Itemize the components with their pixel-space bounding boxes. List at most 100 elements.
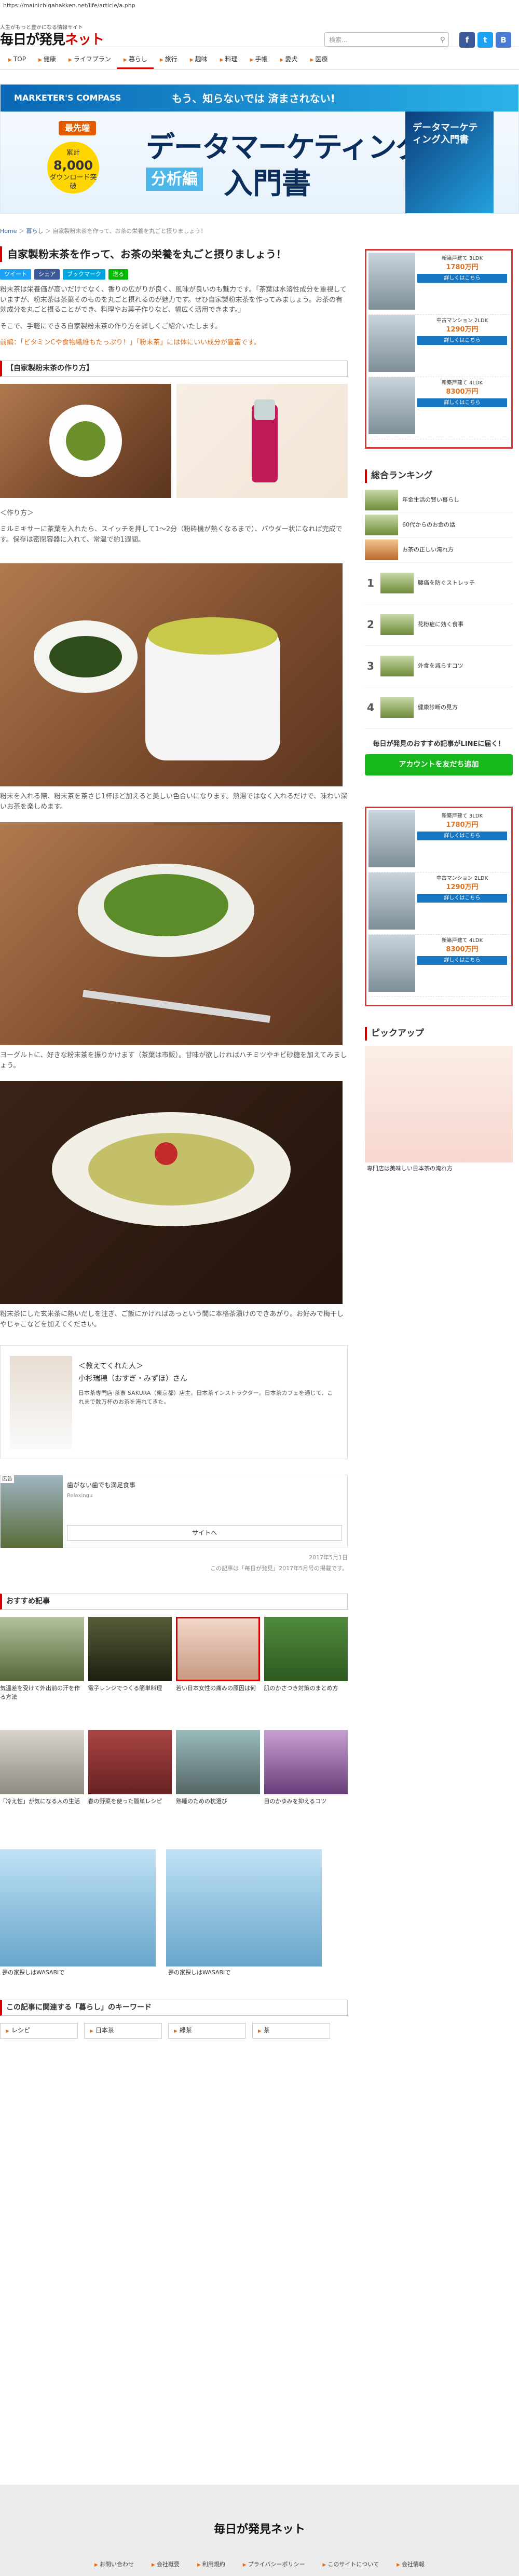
nav-hobby[interactable]: ▶ 趣味 [184, 54, 214, 70]
caption-2: ヨーグルトに、好きな粉末茶を振りかけます（茶葉は市販）。甘味が欲しければハチミツ… [0, 1051, 347, 1070]
footer-link[interactable]: ▶ 会社情報 [397, 2560, 425, 2569]
keyword-chip[interactable]: ▶ レシピ [0, 2023, 78, 2039]
property-item[interactable]: 中古マンション 2LDK 1290万円 詳しくはこちら [368, 315, 509, 377]
recommended-item[interactable]: 肌のかさつき対策のまとめ方 [264, 1617, 348, 1726]
footer-link[interactable]: ▶ このサイトについて [322, 2560, 379, 2569]
nav-travel[interactable]: ▶ 旅行 [154, 54, 184, 70]
ranking-item[interactable]: 2 花粉症に効く食事 [365, 604, 513, 646]
article-intro: 粉末茶は栄養価が高いだけでなく、香りの広がりが良く、風味が良いのも魅力です。「茶… [0, 286, 347, 314]
ad-cta-button[interactable]: サイトへ [67, 1525, 342, 1541]
yogurt-photo [0, 822, 343, 1045]
dome-ads: 夢の家探しはWASABIで 夢の家探しはWASABIで [0, 1849, 348, 1979]
ad-label: 広告 [1, 1475, 14, 1483]
url-bar[interactable]: https://mainichigahakken.net/life/articl… [0, 0, 519, 11]
banner-sub1: 分析編 [146, 168, 203, 191]
line-heading: 毎日が発見のおすすめ記事がLINEに届く！ [373, 740, 505, 748]
twitter-icon[interactable]: t [477, 32, 493, 48]
property-item[interactable]: 中古マンション 2LDK 1290万円 詳しくはこちら [368, 872, 509, 935]
search-input[interactable]: 検索... ⚲ [324, 32, 449, 47]
breadcrumb-home[interactable]: Home [0, 228, 17, 234]
ranking-item[interactable]: 3 外食を減らすコツ [365, 646, 513, 687]
property-item[interactable]: 新築戸建て 4LDK 8300万円 詳しくはこちら [368, 935, 509, 997]
bookmark-button[interactable]: ブックマーク [63, 269, 105, 280]
hatena-icon[interactable]: B [496, 32, 511, 48]
line-follow-button[interactable]: アカウントを友だち追加 [365, 754, 513, 775]
banner-badge: 最先端 [59, 121, 97, 135]
recommended-grid: 気温差を受けて外出前の汗を作る方法 電子レンジでつくる簡単料理 若い日本女性の痛… [0, 1617, 348, 1839]
pickup-heading: ピックアップ [365, 1027, 513, 1041]
ad-box[interactable]: 広告 歯がない歯でも満足食事 Relaxingu サイトへ [0, 1475, 348, 1548]
property-item[interactable]: 新築戸建て 3LDK 1780万円 詳しくはこちら [368, 810, 509, 872]
banner-count-badge: 累計 8,000 ダウンロード突破 [47, 142, 99, 193]
howto-images [0, 383, 348, 498]
footer-logo[interactable]: 毎日が発見ネット [0, 2521, 519, 2538]
howto-label: ＜作り方＞ [0, 509, 34, 517]
property-ad-2[interactable]: 新築戸建て 3LDK 1780万円 詳しくはこちら 中古マンション 2LDK 1290… [365, 807, 513, 1006]
share-bar: ツイート シェア ブックマーク 送る [0, 269, 348, 280]
ranking-item[interactable]: 年金生活の賢い暮らし [365, 488, 513, 513]
footer-link[interactable]: ▶ お問い合わせ [94, 2560, 134, 2569]
ranking-item[interactable]: 60代からのお金の話 [365, 513, 513, 538]
facebook-icon[interactable]: f [459, 32, 475, 48]
nav-top[interactable]: ▶ TOP [2, 54, 32, 70]
ad-banner[interactable]: MARKETER'S COMPASS もう、知らないでは 済まされない! 最先端… [0, 84, 519, 214]
recommended-item[interactable]: 若い日本女性の痛みの原因は何 [176, 1617, 260, 1726]
recommended-item[interactable]: 電子レンジでつくる簡単料理 [88, 1617, 172, 1726]
site-footer: 毎日が発見ネット ▶ お問い合わせ ▶ 会社概要 ▶ 利用規約 ▶ プライバシーポリシー… [0, 2485, 519, 2576]
dome-ad[interactable]: 夢の家探しはWASABIで [166, 1849, 322, 1979]
profile-label: ＜教えてくれた人＞ [78, 1362, 143, 1370]
publish-date: 2017年5月1日 [309, 1554, 348, 1561]
article-title: 自家製粉末茶を作って、お茶の栄養を丸ごと摂りましょう！ [0, 246, 348, 262]
footer-link[interactable]: ▶ 会社概要 [152, 2560, 180, 2569]
property-item[interactable]: 新築戸建て 4LDK 8300万円 詳しくはこちら [368, 377, 509, 439]
breadcrumb: Home ＞ 暮らし ＞ 自家製粉末茶を作って、お茶の栄養を丸ごと摂りましょう！ [0, 228, 207, 234]
keyword-chip[interactable]: ▶ 日本茶 [84, 2023, 162, 2039]
ranking-item[interactable]: 1 腰痛を防ぐストレッチ [365, 563, 513, 604]
nav-medical[interactable]: ▶ 医療 [304, 54, 334, 70]
recommended-item[interactable]: 熟睡のための枕選び [176, 1730, 260, 1839]
nav-notebook[interactable]: ▶ 手帳 [244, 54, 274, 70]
recommended-item[interactable]: 目のかゆみを抑えるコツ [264, 1730, 348, 1839]
banner-brand: MARKETER'S COMPASS [14, 93, 121, 103]
article-column: Home ＞ 暮らし ＞ 自家製粉末茶を作って、お茶の栄養を丸ごと摂りましょう！… [0, 227, 348, 2039]
global-nav: ▶ TOP ▶ 健康 ▶ ライフプラン ▶ 暮らし ▶ 旅行 ▶ 趣味 ▶ 料理 ▶ 手帳 ▶ 愛… [0, 47, 519, 70]
nav-cooking[interactable]: ▶ 料理 [214, 54, 244, 70]
breadcrumb-category[interactable]: 暮らし [26, 228, 43, 234]
ochazuke-photo [0, 1081, 343, 1304]
nav-living[interactable]: ▶ 暮らし [117, 54, 154, 69]
keyword-chip[interactable]: ▶ 茶 [252, 2023, 330, 2039]
caption-1: 粉末を入れる際、粉末茶を茶さじ1杯ほど加えると美しい色合いになります。熱湯ではな… [0, 793, 348, 811]
facebook-share-button[interactable]: シェア [34, 269, 60, 280]
tweet-button[interactable]: ツイート [0, 269, 31, 280]
property-ad[interactable]: 新築戸建て 3LDK 1780万円 詳しくはこちら 中古マンション 2LDK 1290… [365, 249, 513, 449]
ranking-item[interactable]: 4 健康診断の見方 [365, 687, 513, 729]
nav-health[interactable]: ▶ 健康 [32, 54, 62, 70]
ranking-heading: 総合ランキング [365, 469, 513, 483]
recommended-item[interactable]: 気温差を受けて外出前の汗を作る方法 [0, 1617, 84, 1726]
keyword-chip[interactable]: ▶ 緑茶 [168, 2023, 246, 2039]
line-send-button[interactable]: 送る [108, 269, 128, 280]
recommended-item[interactable]: 春の野菜を使った簡単レシピ [88, 1730, 172, 1839]
powder-tea-illustration [49, 404, 122, 477]
pickup-item[interactable]: 専門店は美味しい日本茶の淹れ方 [365, 1045, 513, 1175]
dome-ad[interactable]: 夢の家探しはWASABIで [0, 1849, 156, 1979]
howto-text: ミルミキサーに茶葉を入れたら、スイッチを押して1〜2分（粉砕機が熱くなるまで）、… [0, 525, 343, 544]
footer-link[interactable]: ▶ 利用規約 [197, 2560, 225, 2569]
search-icon[interactable]: ⚲ [440, 35, 445, 46]
keywords-heading: この記事に関連する「暮らし」のキーワード [0, 2000, 348, 2016]
nav-dog[interactable]: ▶ 愛犬 [274, 54, 304, 70]
footer-link[interactable]: ▶ プライバシーポリシー [243, 2560, 305, 2569]
recommended-heading: おすすめ記事 [0, 1594, 348, 1610]
related-link[interactable]: 前編：「ビタミンCや食物繊維もたっぷり！」「粉末茶」には体にいい成分が豊富です。 [0, 338, 348, 348]
banner-sub2: 入門書 [224, 167, 311, 201]
site-header: 人生がもっと豊かになる情報サイト 毎日が発見ネット 検索... ⚲ f t B [0, 11, 519, 48]
banner-tagline: もう、知らないでは 済まされない! [172, 92, 335, 105]
profile-photo [10, 1356, 72, 1449]
nav-lifeplan[interactable]: ▶ ライフプラン [62, 54, 117, 70]
ranking-item[interactable]: お茶の正しい淹れ方 [365, 538, 513, 563]
recommended-item[interactable]: 「冷え性」が気になる人の生活 [0, 1730, 84, 1839]
property-item[interactable]: 新築戸建て 3LDK 1780万円 詳しくはこちら [368, 253, 509, 315]
green-tea-cup-photo [0, 563, 343, 786]
breadcrumb-current: 自家製粉末茶を作って、お茶の栄養を丸ごと摂りましょう！ [52, 228, 207, 234]
profile-box: ＜教えてくれた人＞ 小杉瑞穂（おすぎ・みずほ）さん 日本茶専門店 茶寮 SAKU… [0, 1345, 348, 1459]
